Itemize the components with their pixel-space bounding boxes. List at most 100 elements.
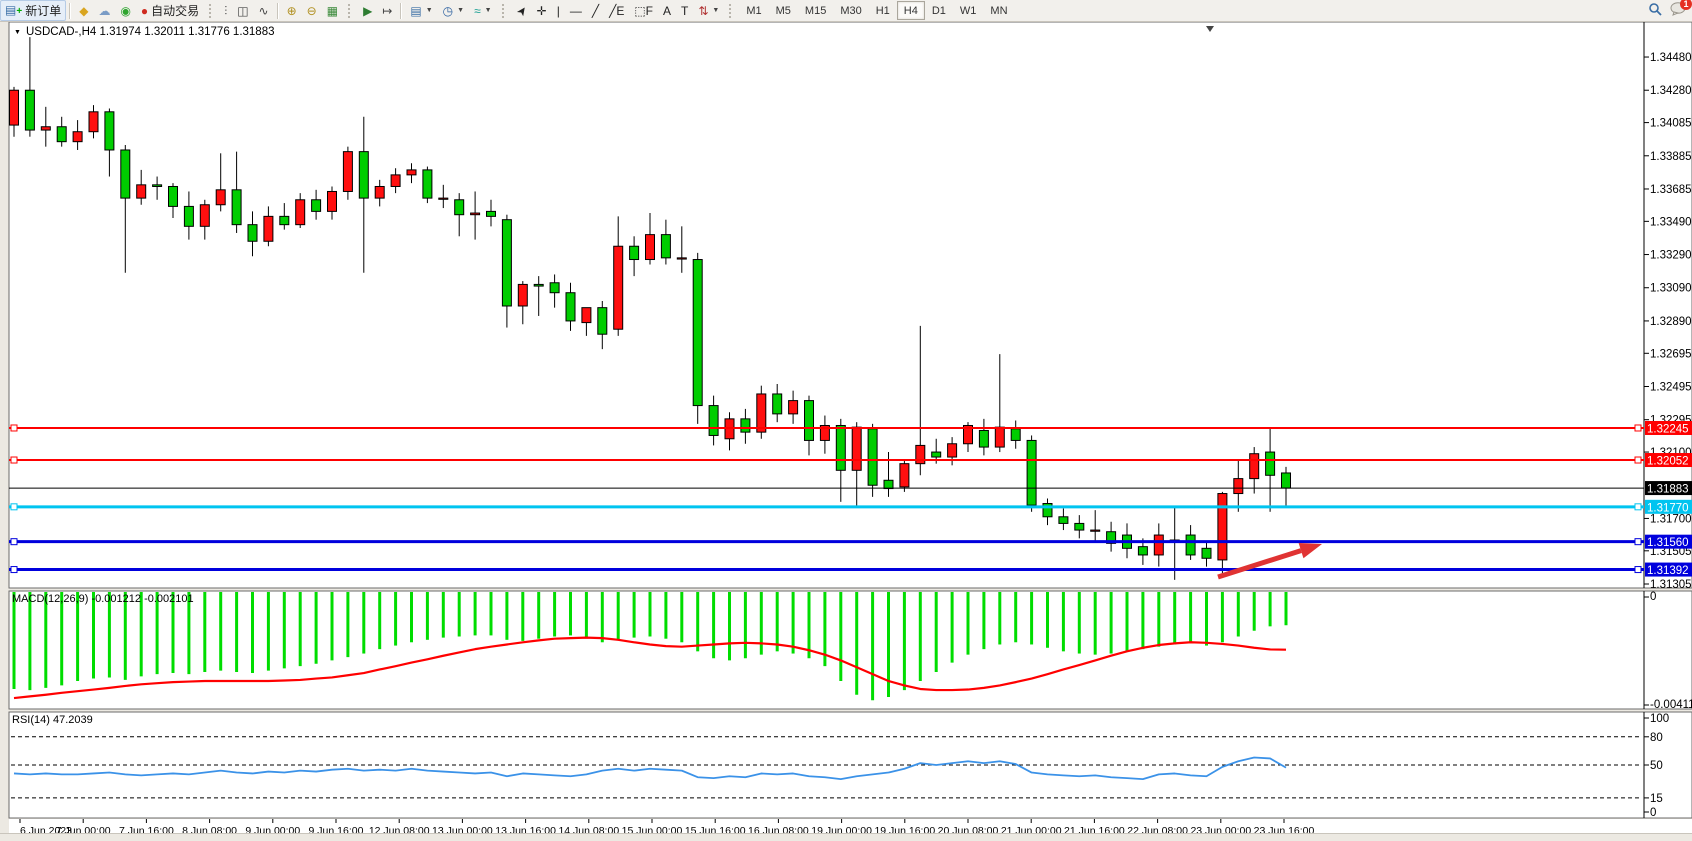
zoom-in-button[interactable]: ⊕ [282, 0, 302, 21]
signal-button[interactable]: ◉ [115, 0, 135, 21]
timeframe-button-m15[interactable]: M15 [798, 1, 833, 20]
new-order-button[interactable]: ▤+ 新订单 [0, 0, 66, 21]
chart-title-group: ▼USDCAD-,H4 1.31974 1.32011 1.31776 1.31… [14, 26, 275, 38]
chart-shift-button[interactable]: ↦ [377, 0, 397, 21]
candle-body [868, 429, 877, 485]
profiles-button[interactable]: ◷▼ [438, 0, 469, 21]
price-label-text: 1.31770 [1647, 502, 1689, 514]
candle-body [1186, 535, 1195, 555]
horizontal-line-button[interactable]: — [565, 0, 587, 21]
toolbar-group-objects: ➤✛|—╱╱E ⬚F AT⇅▼ [512, 0, 725, 21]
line-handle[interactable] [11, 567, 17, 573]
indicators-button[interactable]: ≈▼ [469, 0, 497, 21]
candle-body [1154, 535, 1163, 555]
price-tick-label: 1.31305 [1650, 579, 1692, 591]
candle-body [407, 170, 416, 175]
candle-body [1091, 530, 1100, 531]
line-handle[interactable] [1635, 539, 1641, 545]
styler-icon: ◆ [79, 5, 88, 17]
toolbar-drag-handle [348, 4, 355, 18]
candle-body [216, 190, 225, 205]
rsi-axis-label: 100 [1650, 713, 1669, 725]
tile-windows-button[interactable]: ▦ [322, 0, 343, 21]
timeframe-button-w1[interactable]: W1 [953, 1, 984, 20]
price-label-text: 1.31560 [1647, 537, 1689, 549]
new-chart-icon: ▤ [410, 5, 421, 17]
new-order-icon: ▤+ [5, 4, 22, 18]
price-tick-label: 1.32495 [1650, 381, 1692, 393]
timeframe-button-h4[interactable]: H4 [897, 1, 925, 20]
styler-button[interactable]: ◆ [74, 0, 93, 21]
timeframe-button-mn[interactable]: MN [983, 1, 1014, 20]
candle-body [455, 200, 464, 215]
candle-body [852, 427, 861, 470]
candle-body [73, 132, 82, 142]
price-tick-label: 1.33885 [1650, 151, 1692, 163]
trendline-button[interactable]: ╱ [587, 0, 604, 21]
shapes-icon: ⬚F [634, 5, 653, 17]
main-toolbar: ▤+ 新订单 ◆☁◉ ● 自动交易 ⫶◫∿ ⊕⊖▦ ▶↦ ▤▼◷▼≈▼ ➤✛|—… [0, 0, 1692, 22]
candle-body [582, 308, 591, 323]
rsi-label: RSI(14) 47.2039 [12, 714, 93, 726]
candle-body [1266, 452, 1275, 475]
rsi-axis-label: 0 [1650, 807, 1656, 819]
text-label-button[interactable]: T [676, 0, 693, 21]
publisher-cloud-button[interactable]: ☁ [93, 0, 115, 21]
candle-body [518, 284, 527, 306]
time-tick-label: 15 Jun 00:00 [622, 825, 683, 833]
timeframe-button-m1[interactable]: M1 [739, 1, 768, 20]
candle-body [789, 401, 798, 414]
line-handle[interactable] [11, 425, 17, 431]
auto-scroll-icon: ▶ [363, 5, 372, 17]
candle-body [693, 260, 702, 406]
crosshair-button[interactable]: ✛ [532, 0, 552, 21]
candle-body [534, 284, 543, 286]
auto-scroll-button[interactable]: ▶ [358, 0, 377, 21]
candle-body [89, 112, 98, 132]
line-handle[interactable] [1635, 457, 1641, 463]
timeframe-button-h1[interactable]: H1 [869, 1, 897, 20]
candle-body [169, 186, 178, 206]
text-button[interactable]: A [658, 0, 676, 21]
line-handle[interactable] [1635, 425, 1641, 431]
symbol-dropdown-icon: ▼ [14, 29, 21, 36]
chat-bubble-icon[interactable]: 1 [1670, 2, 1686, 19]
timeframe-button-m30[interactable]: M30 [833, 1, 868, 20]
dropdown-caret-icon: ▼ [485, 7, 492, 14]
timeframe-button-d1[interactable]: D1 [925, 1, 953, 20]
bar-chart-button[interactable]: ⫶ [219, 0, 232, 21]
time-tick-label: 19 Jun 16:00 [874, 825, 935, 833]
toolbar-group-timeframes: M1M5M15M30H1H4D1W1MN [739, 1, 1014, 20]
vertical-line-button[interactable]: | [552, 0, 565, 21]
search-icon[interactable] [1648, 2, 1662, 19]
time-tick-label: 15 Jun 16:00 [685, 825, 746, 833]
line-chart-button[interactable]: ∿ [254, 0, 274, 21]
time-tick-label: 8 Jun 08:00 [182, 825, 237, 833]
cursor-button[interactable]: ➤ [512, 0, 532, 21]
rsi-axis-label: 50 [1650, 760, 1663, 772]
line-handle[interactable] [11, 539, 17, 545]
candle-body [25, 90, 34, 130]
fibonacci-button[interactable]: ╱E [604, 0, 629, 21]
shapes-button[interactable]: ⬚F [629, 0, 658, 21]
candle-body [1075, 523, 1084, 530]
new-chart-button[interactable]: ▤▼ [405, 0, 437, 21]
candle-body [328, 191, 337, 211]
line-handle[interactable] [1635, 567, 1641, 573]
timeframe-button-m5[interactable]: M5 [769, 1, 798, 20]
time-tick-label: 7 Jun 00:00 [56, 825, 111, 833]
bar-chart-icon: ⫶ [224, 5, 227, 17]
line-handle[interactable] [11, 457, 17, 463]
toolbar-right-group: 1 [1648, 2, 1692, 19]
candle-body [200, 205, 209, 227]
candle-body [10, 90, 19, 125]
candle-body [1011, 429, 1020, 441]
arrows-button[interactable]: ⇅▼ [693, 0, 724, 21]
line-handle[interactable] [11, 504, 17, 510]
line-handle[interactable] [1635, 504, 1641, 510]
zoom-out-button[interactable]: ⊖ [302, 0, 322, 21]
candlestick-chart-button[interactable]: ◫ [232, 0, 253, 21]
auto-trading-button[interactable]: ● 自动交易 [136, 0, 204, 21]
candle-body [153, 185, 162, 187]
time-tick-label: 19 Jun 00:00 [811, 825, 872, 833]
